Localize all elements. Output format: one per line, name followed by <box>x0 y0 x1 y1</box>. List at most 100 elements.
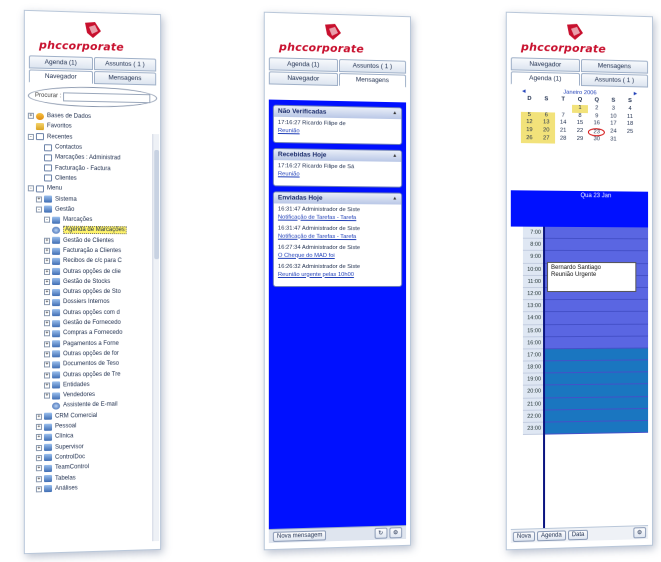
tab-navegador[interactable]: Navegador <box>29 69 93 84</box>
refresh-icon[interactable]: ↻ <box>374 528 387 539</box>
time-slot[interactable] <box>545 227 648 240</box>
expand-icon[interactable]: + <box>44 310 50 316</box>
search-input[interactable] <box>63 92 150 103</box>
message-group: Não Verificadas ▲ 17:16:27 Ricardo Filipe … <box>273 105 402 145</box>
message-item[interactable]: 16:31:47 Administrador de Siste Notificaç… <box>278 206 397 222</box>
expand-icon[interactable]: + <box>44 269 50 275</box>
message-link[interactable]: O Cheque do MAD foi <box>278 252 397 260</box>
next-month-icon[interactable]: ► <box>633 91 639 97</box>
expand-icon[interactable]: + <box>44 320 50 326</box>
time-slot[interactable] <box>545 312 648 325</box>
hour-label: 12:00 <box>523 288 543 300</box>
tree-node[interactable]: + Outras opções de Sto <box>28 287 157 297</box>
tree-scrollbar[interactable] <box>152 134 159 541</box>
expand-icon[interactable]: + <box>36 414 42 420</box>
tab-agenda[interactable]: Agenda (1) <box>269 57 338 72</box>
tab-agenda[interactable]: Agenda (1) <box>29 55 93 70</box>
tree-node[interactable]: + Gestão de Clientes <box>28 235 157 246</box>
time-slot[interactable] <box>545 421 648 435</box>
expand-icon[interactable]: + <box>36 445 42 451</box>
hour-label: 15:00 <box>523 325 543 337</box>
expand-icon[interactable]: + <box>44 393 50 399</box>
settings-icon[interactable]: ⚙ <box>389 527 402 538</box>
expand-icon[interactable]: + <box>44 289 50 295</box>
message-link[interactable]: Notificação de Tarefas - Tarefa <box>278 233 397 241</box>
messages-toolbar: Nova mensagem ↻ ⚙ <box>269 525 406 543</box>
date-button[interactable]: Data <box>568 529 589 540</box>
scrollbar-thumb[interactable] <box>154 150 159 259</box>
time-slot[interactable] <box>545 324 648 337</box>
expand-icon[interactable]: + <box>44 351 50 357</box>
new-message-button[interactable]: Nova mensagem <box>273 530 327 542</box>
message-link[interactable]: Notificação de Tarefas - Tarefa <box>278 214 397 222</box>
chevron-up-icon[interactable]: ▲ <box>392 110 397 117</box>
prev-month-icon[interactable]: ◄ <box>521 89 527 95</box>
tab-mensagens[interactable]: Mensagens <box>93 71 156 85</box>
collapse-icon[interactable]: - <box>44 217 50 223</box>
expand-icon[interactable]: + <box>44 258 50 264</box>
tree-node[interactable]: + Outras opções de clie <box>28 266 157 276</box>
tree-node[interactable]: + Gestão de Fornecedo <box>28 318 157 329</box>
tree-node[interactable]: + Recibos de c/c para C <box>28 256 157 267</box>
chevron-up-icon[interactable]: ▲ <box>392 153 397 160</box>
collapse-icon[interactable]: - <box>28 185 34 191</box>
message-item[interactable]: 16:27:34 Administrador de Siste O Cheque … <box>278 245 397 260</box>
tree-node-label: Facturação - Factura <box>55 165 111 172</box>
fld-icon <box>44 475 52 482</box>
time-slot[interactable] <box>545 336 648 349</box>
time-slot[interactable] <box>545 239 648 252</box>
expand-icon[interactable]: + <box>36 196 42 202</box>
expand-icon[interactable]: + <box>44 341 50 347</box>
message-item[interactable]: 17:16:27 Ricardo Filipe de Sá Reunião <box>278 163 397 180</box>
expand-icon[interactable]: + <box>36 455 42 461</box>
expand-icon[interactable]: + <box>28 113 34 119</box>
time-slot[interactable] <box>545 360 648 373</box>
message-item[interactable]: 16:31:47 Administrador de Siste Notificaç… <box>278 226 397 242</box>
settings-icon[interactable]: ⚙ <box>633 527 646 538</box>
expand-icon[interactable]: + <box>44 362 50 368</box>
expand-icon[interactable]: + <box>36 424 42 430</box>
expand-icon[interactable]: + <box>44 279 50 285</box>
tab-assuntos[interactable]: Assuntos ( 1 ) <box>580 73 648 88</box>
expand-icon[interactable]: + <box>36 476 42 482</box>
chevron-up-icon[interactable]: ▲ <box>392 196 397 203</box>
calendar-day[interactable]: 26 <box>521 135 538 143</box>
time-slot[interactable] <box>545 300 648 312</box>
expand-icon[interactable]: + <box>44 248 50 254</box>
expand-icon[interactable]: + <box>44 237 50 243</box>
tree-node[interactable]: + Facturação a Clientes <box>28 246 157 257</box>
agenda-button[interactable]: Agenda <box>537 530 566 541</box>
expand-icon[interactable]: + <box>44 300 50 306</box>
tree-node[interactable]: + Análises <box>28 481 157 494</box>
new-appointment-button[interactable]: Nova <box>513 531 535 542</box>
expand-icon[interactable]: + <box>44 372 50 378</box>
tree-node[interactable]: Agenda de Marcações <box>28 225 157 236</box>
time-slot[interactable] <box>545 348 648 361</box>
expand-icon[interactable]: + <box>44 382 50 388</box>
expand-icon[interactable]: + <box>36 465 42 471</box>
tree-node[interactable]: + Dossiers Internos <box>28 297 157 308</box>
tab-assuntos[interactable]: Assuntos ( 1 ) <box>93 57 156 72</box>
message-link[interactable]: Reunião <box>278 171 397 180</box>
message-link[interactable]: Reunião <box>278 127 397 137</box>
message-item[interactable]: 16:26:32 Administrador de Siste Reunião u… <box>278 264 397 279</box>
calendar-day[interactable]: 16 <box>588 121 605 129</box>
tab-agenda[interactable]: Agenda (1) <box>511 71 580 86</box>
appointment[interactable]: Bernardo Santiago Reunião Urgente <box>547 262 636 292</box>
message-item[interactable]: 17:16:27 Ricardo Filipe de Reunião <box>278 120 397 137</box>
tab-navegador[interactable]: Navegador <box>269 71 338 86</box>
collapse-icon[interactable]: - <box>36 206 42 212</box>
tree-node[interactable]: + Outras opções com d <box>28 307 157 318</box>
tab-assuntos[interactable]: Assuntos ( 1 ) <box>338 59 406 74</box>
expand-icon[interactable]: + <box>44 331 50 337</box>
hour-label: 7:00 <box>523 227 543 239</box>
collapse-icon[interactable]: - <box>28 134 34 140</box>
tab-bar: Agenda (1) Assuntos ( 1 ) Navegador Mens… <box>265 57 410 88</box>
tab-mensagens[interactable]: Mensagens <box>338 73 406 88</box>
expand-icon[interactable]: + <box>36 486 42 492</box>
tree-node[interactable]: + Gestão de Stocks <box>28 277 157 287</box>
tab-navegador[interactable]: Navegador <box>511 57 580 72</box>
expand-icon[interactable]: + <box>36 434 42 440</box>
tab-mensagens[interactable]: Mensagens <box>580 59 648 74</box>
message-link[interactable]: Reunião urgente pelas 10h00 <box>278 271 397 279</box>
